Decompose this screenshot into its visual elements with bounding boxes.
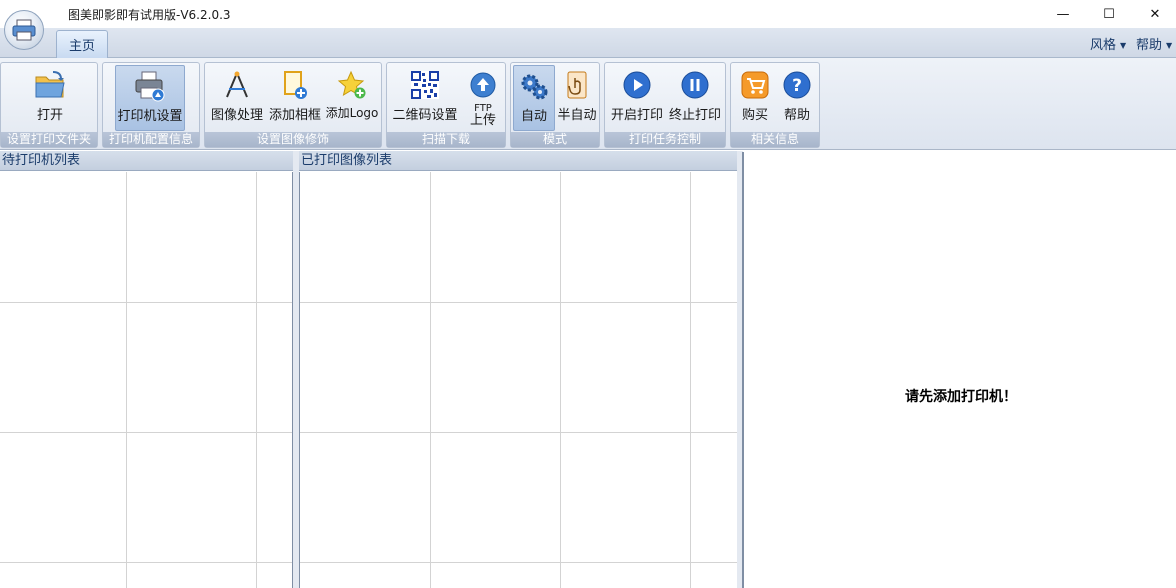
grid-line xyxy=(0,562,292,563)
printed-image-list[interactable] xyxy=(299,172,739,588)
minimize-icon: — xyxy=(1056,6,1070,22)
printed-image-list-header: 已打印图像列表 xyxy=(299,151,739,171)
preview-pane: 请先添加打印机！ xyxy=(742,152,1176,588)
pending-printer-list[interactable] xyxy=(0,172,294,588)
printer-settings-label: 打印机设置 xyxy=(117,109,183,124)
pending-printer-list-header: 待打印机列表 xyxy=(0,151,294,171)
ribbon: 打开 设置打印文件夹 打印机设置 打印机配置信息 图像处理 添加相框 添加Log… xyxy=(0,58,1176,150)
grid-line xyxy=(560,172,561,588)
grid-line xyxy=(300,432,737,433)
maximize-button[interactable]: ☐ xyxy=(1086,0,1132,28)
group-print-folder: 打开 设置打印文件夹 xyxy=(0,62,98,148)
printer-icon xyxy=(12,19,36,41)
add-frame-label: 添加相框 xyxy=(268,108,321,123)
help-menu-label: 帮助 xyxy=(1136,38,1163,53)
pause-icon xyxy=(681,71,709,99)
grid-line xyxy=(300,562,737,563)
cart-icon xyxy=(741,71,769,99)
ftp-upload-button[interactable]: FTP 上传 xyxy=(463,65,503,131)
group-printer-config: 打印机设置 打印机配置信息 xyxy=(102,62,200,148)
grid-line xyxy=(300,302,737,303)
close-icon: ✕ xyxy=(1149,6,1161,22)
open-folder-label: 打开 xyxy=(36,108,63,123)
svg-text:?: ? xyxy=(792,76,802,96)
image-process-icon xyxy=(226,71,248,98)
no-printer-message: 请先添加打印机！ xyxy=(905,389,1017,405)
add-frame-icon xyxy=(284,71,307,99)
chevron-down-icon: ▼ xyxy=(1120,41,1127,50)
upload-icon xyxy=(470,72,496,98)
stop-print-label: 终止打印 xyxy=(668,108,721,123)
stop-print-button[interactable]: 终止打印 xyxy=(667,65,723,131)
add-logo-label: 添加Logo xyxy=(325,106,379,120)
tab-home[interactable]: 主页 xyxy=(56,30,108,58)
style-menu-label: 风格 xyxy=(1090,38,1117,53)
chevron-down-icon: ▼ xyxy=(1166,41,1173,50)
grid-line xyxy=(126,172,127,588)
qrcode-settings-button[interactable]: 二维码设置 xyxy=(391,65,459,131)
group-scan-download: 二维码设置 FTP 上传 扫描下载 xyxy=(386,62,506,148)
grid-line xyxy=(430,172,431,588)
printer-settings-button[interactable]: 打印机设置 xyxy=(115,65,185,131)
semi-auto-mode-label: 半自动 xyxy=(557,108,597,123)
semi-auto-mode-button[interactable]: 半自动 xyxy=(557,65,597,131)
help-button[interactable]: ? 帮助 xyxy=(777,65,817,131)
help-icon: ? xyxy=(783,71,811,99)
app-menu-button[interactable] xyxy=(4,10,44,50)
group-label: 相关信息 xyxy=(731,132,819,147)
add-logo-button[interactable]: 添加Logo xyxy=(325,65,379,131)
ribbon-tab-strip: 主页 风格 ▼ 帮助 ▼ xyxy=(0,28,1176,58)
group-label: 设置图像修饰 xyxy=(205,132,381,147)
grid-line xyxy=(0,302,292,303)
group-label: 打印任务控制 xyxy=(605,132,725,147)
buy-label: 购买 xyxy=(741,108,768,123)
window-title: 图美即影即有试用版-V6.2.0.3 xyxy=(68,8,231,22)
group-mode: 自动 半自动 模式 xyxy=(510,62,600,148)
add-frame-button[interactable]: 添加相框 xyxy=(267,65,323,131)
open-folder-button[interactable]: 打开 xyxy=(27,65,73,131)
title-bar: 图美即影即有试用版-V6.2.0.3 — ☐ ✕ xyxy=(0,0,1176,28)
hand-icon xyxy=(567,71,587,99)
grid-line xyxy=(256,172,257,588)
group-label: 扫描下载 xyxy=(387,132,505,147)
add-logo-icon xyxy=(337,70,366,99)
upload-label: 上传 xyxy=(469,113,496,128)
group-image-decoration: 图像处理 添加相框 添加Logo 设置图像修饰 xyxy=(204,62,382,148)
grid-line xyxy=(0,432,292,433)
image-process-button[interactable]: 图像处理 xyxy=(209,65,265,131)
gears-icon xyxy=(521,74,548,100)
qrcode-icon xyxy=(411,71,439,99)
grid-line xyxy=(690,172,691,588)
group-related-info: 购买 ? 帮助 相关信息 xyxy=(730,62,820,148)
start-print-button[interactable]: 开启打印 xyxy=(609,65,665,131)
image-process-label: 图像处理 xyxy=(210,108,263,123)
group-label: 设置打印文件夹 xyxy=(1,132,97,147)
close-button[interactable]: ✕ xyxy=(1132,0,1176,28)
buy-button[interactable]: 购买 xyxy=(735,65,775,131)
help-label: 帮助 xyxy=(783,108,810,123)
printer-settings-icon xyxy=(135,71,165,102)
ftp-upload-label: FTP 上传 xyxy=(470,103,496,128)
group-label: 模式 xyxy=(511,132,599,147)
start-print-label: 开启打印 xyxy=(610,108,663,123)
play-icon xyxy=(623,71,651,99)
help-menu[interactable]: 帮助 ▼ xyxy=(1136,34,1172,53)
auto-mode-label: 自动 xyxy=(520,109,547,124)
group-label: 打印机配置信息 xyxy=(103,132,199,147)
auto-mode-button[interactable]: 自动 xyxy=(513,65,555,131)
folder-open-icon xyxy=(35,71,65,98)
qrcode-settings-label: 二维码设置 xyxy=(392,108,458,123)
minimize-button[interactable]: — xyxy=(1040,0,1086,28)
maximize-icon: ☐ xyxy=(1103,6,1115,22)
group-print-control: 开启打印 终止打印 打印任务控制 xyxy=(604,62,726,148)
style-menu[interactable]: 风格 ▼ xyxy=(1090,34,1126,53)
